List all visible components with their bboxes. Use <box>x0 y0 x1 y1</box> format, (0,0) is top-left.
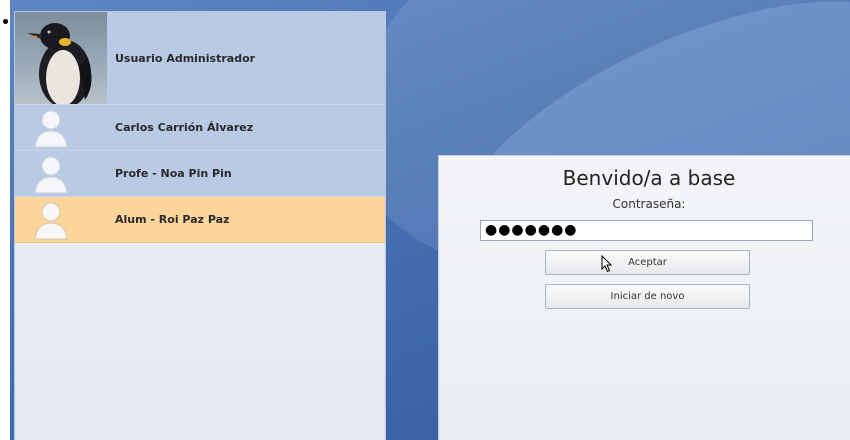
user-name: Alum - Roi Paz Paz <box>115 213 230 226</box>
password-input[interactable]: ●●●●●●● <box>480 220 813 241</box>
penguin-avatar-icon <box>15 12 107 104</box>
user-item-carlos[interactable]: Carlos Carrión Álvarez <box>15 105 385 151</box>
user-item-alum[interactable]: Alum - Roi Paz Paz <box>15 197 385 243</box>
login-screen: Usuario Administrador Carlos Carrión Álv… <box>10 0 850 440</box>
accept-button-label: Aceptar <box>628 257 667 268</box>
user-name: Carlos Carrión Álvarez <box>115 121 254 134</box>
user-name: Profe - Noa Pin Pin <box>115 167 232 180</box>
list-bullet <box>3 19 8 24</box>
generic-user-icon <box>15 197 107 242</box>
user-item-administrator[interactable]: Usuario Administrador <box>15 12 385 105</box>
accept-button[interactable]: Aceptar <box>545 250 750 275</box>
restart-button[interactable]: Iniciar de novo <box>545 284 750 309</box>
generic-user-icon <box>15 151 107 196</box>
welcome-title: Benvido/a a base <box>562 166 736 190</box>
generic-user-icon <box>15 105 107 150</box>
password-label: Contraseña: <box>612 197 686 211</box>
user-list-panel: Usuario Administrador Carlos Carrión Álv… <box>14 11 386 440</box>
restart-button-label: Iniciar de novo <box>610 291 685 302</box>
user-list: Usuario Administrador Carlos Carrión Álv… <box>15 12 385 243</box>
user-item-profe[interactable]: Profe - Noa Pin Pin <box>15 151 385 197</box>
user-name: Usuario Administrador <box>115 51 256 65</box>
mouse-pointer-icon <box>601 254 613 282</box>
login-panel: Benvido/a a base Contraseña: ●●●●●●● Ace… <box>438 155 850 440</box>
